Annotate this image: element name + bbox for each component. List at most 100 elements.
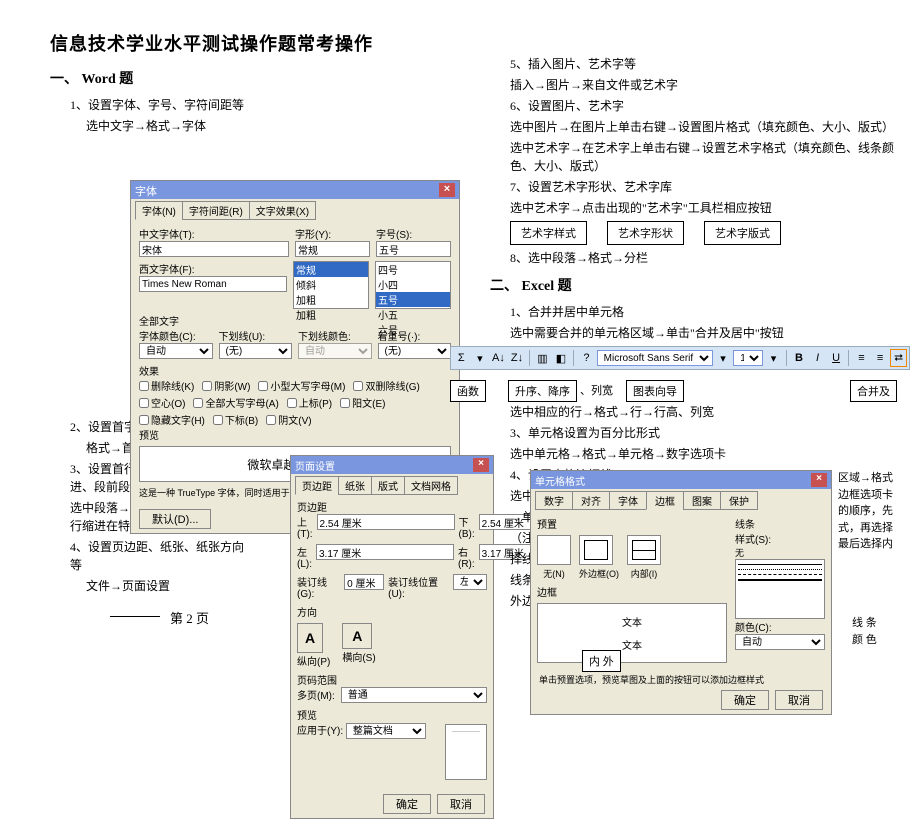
- chk-strike[interactable]: 删除线(K): [139, 378, 194, 393]
- top-input[interactable]: [317, 514, 455, 530]
- uline-select[interactable]: (无): [219, 343, 293, 359]
- chk-allcaps[interactable]: 全部大写字母(A): [193, 395, 278, 410]
- tab-number[interactable]: 数字: [535, 491, 573, 510]
- excel-item-3-sub: 选中单元格→格式→单元格→数字选项卡: [510, 445, 910, 463]
- close-icon[interactable]: ×: [473, 458, 489, 472]
- tab-margins[interactable]: 页边距: [295, 476, 339, 495]
- align-center-icon[interactable]: ≡: [872, 349, 889, 367]
- close-icon[interactable]: ×: [811, 473, 827, 487]
- gut-label: 装订线(G):: [297, 574, 340, 600]
- border-preview[interactable]: 文本 文本: [537, 603, 727, 663]
- size-label: 字号(S):: [376, 226, 451, 241]
- tab-layout[interactable]: 版式: [371, 476, 405, 495]
- merge-center-icon[interactable]: ⮂: [890, 349, 907, 367]
- preset-none[interactable]: [537, 535, 571, 565]
- left-input[interactable]: [316, 544, 454, 560]
- tab-pattern[interactable]: 图案: [683, 491, 721, 510]
- linestyle-list[interactable]: [735, 559, 825, 619]
- dropdown-icon[interactable]: ▾: [472, 349, 489, 367]
- cfont-input[interactable]: [139, 241, 289, 257]
- left-label: 左(L):: [297, 544, 312, 570]
- emph-label: 着重号(·):: [378, 328, 452, 343]
- tab-protect[interactable]: 保护: [720, 491, 758, 510]
- ok-button[interactable]: 确定: [383, 794, 431, 814]
- style-label: 字形(Y):: [295, 226, 370, 241]
- color-select[interactable]: 自动: [735, 634, 825, 650]
- ok-button[interactable]: 确定: [721, 690, 769, 710]
- size-list[interactable]: 四号 小四 五号 小五 六号: [375, 261, 451, 309]
- margins-label: 页边距: [297, 499, 487, 514]
- multi-label: 多页(M):: [297, 687, 335, 703]
- word-item-7-sub: 选中艺术字→点击出现的"艺术字"工具栏相应按钮: [510, 199, 910, 217]
- page-setup-dialog: 页面设置 × 页边距 纸张 版式 文档网格 页边距 上(T): 下(B): 左(…: [290, 455, 494, 819]
- dropdown-icon[interactable]: ▾: [715, 349, 732, 367]
- word-item-4: 4、设置页边距、纸张、纸张方向等: [70, 538, 250, 574]
- page-dialog-titlebar: 页面设置 ×: [291, 456, 493, 474]
- ucolor-select[interactable]: 自动: [298, 343, 372, 359]
- emph-select[interactable]: (无): [378, 343, 452, 359]
- pages-label: 页码范围: [297, 672, 487, 687]
- effects-label: 效果: [139, 367, 159, 378]
- tab-font[interactable]: 字体(N): [135, 201, 183, 220]
- help-icon[interactable]: ?: [578, 349, 595, 367]
- style-input[interactable]: [295, 241, 370, 257]
- fcolor-select[interactable]: 自动: [139, 343, 213, 359]
- sigma-icon[interactable]: Σ: [453, 349, 470, 367]
- portrait-icon[interactable]: A: [297, 623, 323, 653]
- tab-spacing[interactable]: 字符间距(R): [182, 201, 250, 220]
- font-dialog-titlebar: 字体 ×: [131, 181, 459, 199]
- callout-merge: 合并及: [850, 380, 897, 402]
- section-excel: 二、 Excel 题: [490, 275, 910, 295]
- preset-inner[interactable]: [627, 535, 661, 565]
- cfont-label: 中文字体(T):: [139, 226, 289, 241]
- map-icon[interactable]: ◧: [553, 349, 570, 367]
- apply-select[interactable]: 整篇文档: [346, 723, 426, 739]
- tab-effects[interactable]: 文字效果(X): [249, 201, 316, 220]
- tab-font[interactable]: 字体: [609, 491, 647, 510]
- landscape-icon[interactable]: A: [342, 623, 372, 649]
- chart-icon[interactable]: ▥: [534, 349, 551, 367]
- callout-inout: 内 外: [582, 650, 621, 672]
- chk-hidden[interactable]: 隐藏文字(H): [139, 412, 205, 427]
- bold-icon[interactable]: B: [791, 349, 808, 367]
- chk-engrave[interactable]: 阴文(V): [266, 412, 311, 427]
- chk-sub[interactable]: 下标(B): [213, 412, 258, 427]
- fontsize-select[interactable]: 10: [733, 350, 763, 366]
- page-dialog-title: 页面设置: [295, 458, 335, 472]
- multi-select[interactable]: 普通: [341, 687, 487, 703]
- chk-outline[interactable]: 空心(O): [139, 395, 185, 410]
- size-input[interactable]: [376, 241, 451, 257]
- page-preview: [445, 724, 487, 780]
- underline-icon[interactable]: U: [828, 349, 845, 367]
- word-item-6: 6、设置图片、艺术字: [510, 97, 910, 115]
- gut-input[interactable]: [344, 574, 384, 590]
- chk-smallcaps[interactable]: 小型大写字母(M): [258, 378, 345, 393]
- tab-grid[interactable]: 文档网格: [404, 476, 458, 495]
- chk-shadow[interactable]: 阴影(W): [202, 378, 250, 393]
- chk-super[interactable]: 上标(P): [287, 395, 332, 410]
- callout-fn: 函数: [450, 380, 486, 402]
- chk-emboss[interactable]: 阳文(E): [340, 395, 385, 410]
- border-hint: 单击预置选项，预览草图及上面的按钮可以添加边框样式: [531, 673, 831, 686]
- margin-notes: 区域→格式 边框选项卡 的顺序，先 式，再选择 最后选择内: [838, 470, 912, 553]
- style-list[interactable]: 常规 倾斜 加粗 加粗: [293, 261, 369, 309]
- tab-border[interactable]: 边框: [646, 491, 684, 510]
- cancel-button[interactable]: 取消: [775, 690, 823, 710]
- preset-outer[interactable]: [579, 535, 613, 565]
- prev-label: 预览: [297, 707, 487, 722]
- close-icon[interactable]: ×: [439, 183, 455, 197]
- default-button[interactable]: 默认(D)...: [139, 509, 211, 529]
- preview-label: 预览: [139, 431, 159, 442]
- align-left-icon[interactable]: ≡: [853, 349, 870, 367]
- chk-dstrike[interactable]: 双删除线(G): [353, 378, 419, 393]
- cancel-button[interactable]: 取消: [437, 794, 485, 814]
- sort-asc-icon[interactable]: A↓: [490, 349, 507, 367]
- sort-desc-icon[interactable]: Z↓: [509, 349, 526, 367]
- italic-icon[interactable]: I: [809, 349, 826, 367]
- font-select[interactable]: Microsoft Sans Serif: [597, 350, 713, 366]
- dropdown-icon[interactable]: ▾: [765, 349, 782, 367]
- efont-input[interactable]: [139, 276, 287, 292]
- tab-paper[interactable]: 纸张: [338, 476, 372, 495]
- tab-align[interactable]: 对齐: [572, 491, 610, 510]
- gutpos-select[interactable]: 左: [453, 574, 487, 590]
